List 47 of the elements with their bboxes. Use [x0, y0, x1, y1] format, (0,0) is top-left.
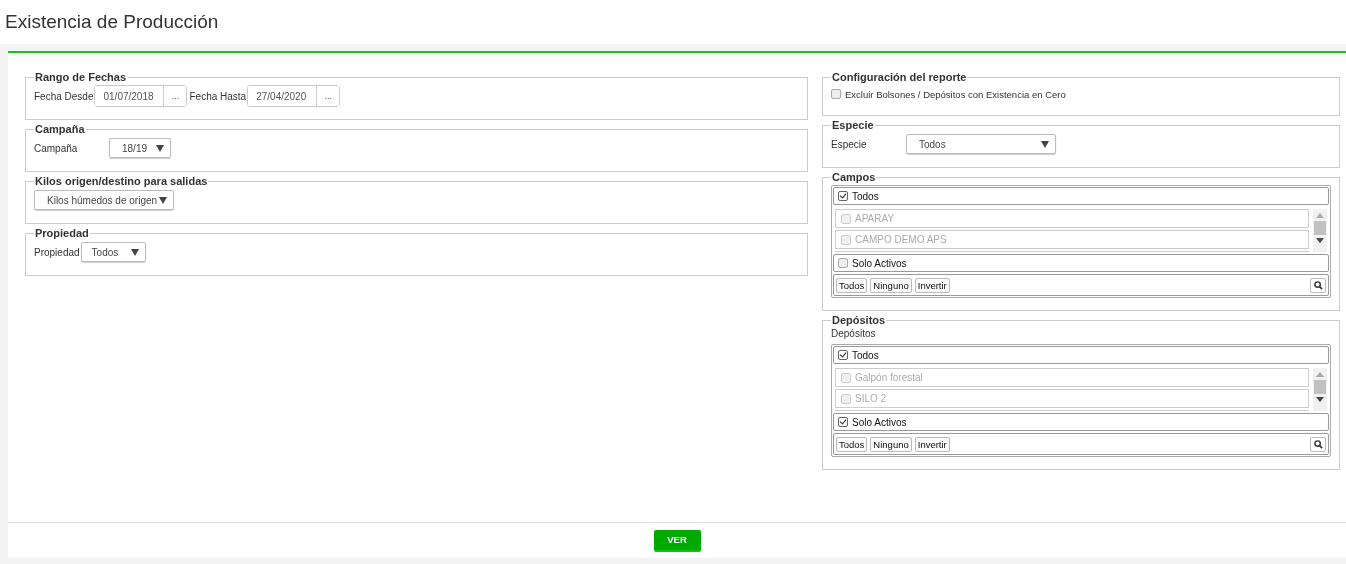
select-dropdown[interactable]: 18/19 [109, 138, 171, 158]
search-icon [1313, 280, 1323, 290]
selection-button[interactable]: Todos [836, 436, 868, 452]
scrollbar[interactable] [1313, 209, 1327, 252]
checkbox[interactable] [838, 417, 848, 427]
field-label: Propiedad [34, 246, 80, 258]
checkbox[interactable] [838, 191, 848, 201]
section-legend: Campaña [34, 123, 86, 135]
caret-icon [130, 248, 139, 256]
field-label: Fecha Hasta [189, 90, 247, 102]
search-button[interactable] [1310, 277, 1326, 293]
section-legend: Propiedad [34, 227, 90, 239]
search-icon [1313, 439, 1323, 449]
caret-icon [156, 144, 164, 152]
date-field[interactable]: 01/07/2018 ... [94, 85, 188, 107]
caret-icon [1041, 140, 1049, 148]
date-field[interactable]: 27/04/2020 ... [247, 85, 341, 107]
field-label: Especie [831, 138, 868, 150]
section-legend: Campos [831, 171, 877, 183]
section-legend: Kilos origen/destino para salidas [34, 175, 209, 187]
scrollbar[interactable] [1313, 368, 1327, 411]
selection-button[interactable]: Ninguno [870, 277, 912, 293]
select-all-row[interactable]: Todos [833, 346, 1329, 364]
checkbox-label: Excluir Bolsones / Depósitos con Existencia en Cero [845, 88, 1066, 100]
section-legend: Rango de Fechas [34, 71, 128, 83]
checkbox[interactable] [838, 350, 848, 360]
field-label: Campaña [34, 142, 79, 154]
filter-row[interactable]: Solo Activos [833, 413, 1329, 431]
selection-button[interactable]: Todos [836, 277, 868, 293]
page-title: Existencia de Producción [5, 11, 219, 33]
section-legend: Configuración del reporte [831, 71, 968, 83]
select-all-row[interactable]: Todos [833, 187, 1329, 205]
section-legend: Especie [831, 119, 875, 131]
field-label: Depósitos [831, 328, 877, 339]
select-dropdown[interactable]: Todos [906, 134, 1056, 154]
search-button[interactable] [1310, 436, 1326, 452]
section-legend: Depósitos [831, 314, 887, 326]
select-dropdown[interactable]: Todos [80, 242, 146, 262]
field-label: Fecha Desde [34, 90, 94, 102]
selection-button[interactable]: Invertir [914, 277, 950, 293]
caret-icon [159, 196, 167, 204]
selection-button[interactable]: Invertir [914, 436, 950, 452]
filter-row[interactable]: Solo Activos [833, 254, 1329, 272]
checkbox[interactable] [838, 258, 848, 268]
checkbox[interactable] [831, 89, 841, 99]
select-dropdown[interactable]: Kilos húmedos de origen [34, 190, 174, 210]
selection-button[interactable]: Ninguno [870, 436, 912, 452]
